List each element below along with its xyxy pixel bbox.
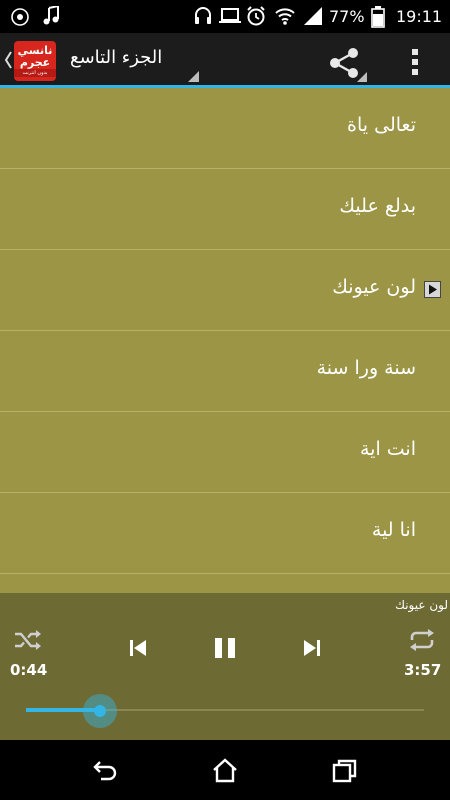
song-title: انا لية bbox=[371, 519, 416, 541]
song-item[interactable]: انا لية bbox=[0, 493, 450, 574]
seek-bar-thumb[interactable] bbox=[83, 694, 118, 728]
song-title: سنة ورا سنة bbox=[316, 357, 416, 379]
now-playing-title: لون عيونك bbox=[395, 598, 448, 612]
signal-icon bbox=[304, 7, 322, 25]
home-icon[interactable] bbox=[212, 758, 238, 784]
navigation-bar bbox=[0, 740, 450, 800]
recent-apps-icon[interactable] bbox=[332, 758, 358, 784]
repeat-icon[interactable] bbox=[408, 628, 436, 652]
action-bar: نانسي عجرم بدون انترنت الجزء التاسع bbox=[0, 33, 450, 88]
song-title: تعالى ياة bbox=[347, 114, 416, 136]
wifi-icon bbox=[275, 8, 295, 25]
song-title: بدلع عليك bbox=[339, 195, 416, 217]
play-triangle-icon bbox=[429, 284, 437, 295]
laptop-icon bbox=[219, 8, 241, 23]
song-item[interactable]: تعالى ياة bbox=[0, 88, 450, 169]
notification-app-icon bbox=[11, 8, 29, 26]
logo-line-3: بدون انترنت bbox=[14, 69, 56, 77]
headset-icon bbox=[195, 7, 211, 24]
song-item-playing[interactable]: لون عيونك bbox=[0, 250, 450, 331]
next-track-icon[interactable] bbox=[302, 638, 322, 658]
album-spinner-title[interactable]: الجزء التاسع bbox=[70, 47, 162, 68]
back-icon[interactable] bbox=[92, 758, 118, 782]
media-player: لون عيونك 0:44 3:57 bbox=[0, 593, 450, 740]
song-title: انت اية bbox=[359, 438, 416, 460]
song-item[interactable]: انت اية bbox=[0, 412, 450, 493]
song-item[interactable]: بدلع عليك bbox=[0, 169, 450, 250]
song-title: لون عيونك bbox=[332, 276, 416, 298]
spinner-dropdown-icon[interactable] bbox=[188, 71, 199, 82]
shuffle-icon[interactable] bbox=[14, 629, 42, 651]
clock: 19:11 bbox=[396, 7, 443, 26]
pause-icon[interactable] bbox=[212, 636, 238, 660]
previous-track-icon[interactable] bbox=[128, 638, 148, 658]
battery-icon bbox=[371, 6, 385, 28]
battery-percent: 77% bbox=[329, 7, 365, 26]
status-bar: 77% 19:11 bbox=[0, 0, 450, 33]
song-list: تعالى ياة بدلع عليك لون عيونك سنة ورا سن… bbox=[0, 88, 450, 593]
song-item[interactable]: سنة ورا سنة bbox=[0, 331, 450, 412]
elapsed-time: 0:44 bbox=[10, 661, 48, 679]
share-icon[interactable] bbox=[324, 45, 368, 83]
music-note-icon bbox=[43, 6, 59, 25]
overflow-menu-icon[interactable] bbox=[404, 45, 426, 79]
logo-line-2: عجرم bbox=[19, 56, 51, 69]
app-logo[interactable]: نانسي عجرم بدون انترنت bbox=[14, 41, 56, 81]
alarm-icon bbox=[247, 6, 265, 26]
now-playing-indicator-icon bbox=[424, 281, 441, 298]
back-chevron-icon[interactable] bbox=[3, 49, 13, 71]
total-duration: 3:57 bbox=[404, 661, 442, 679]
